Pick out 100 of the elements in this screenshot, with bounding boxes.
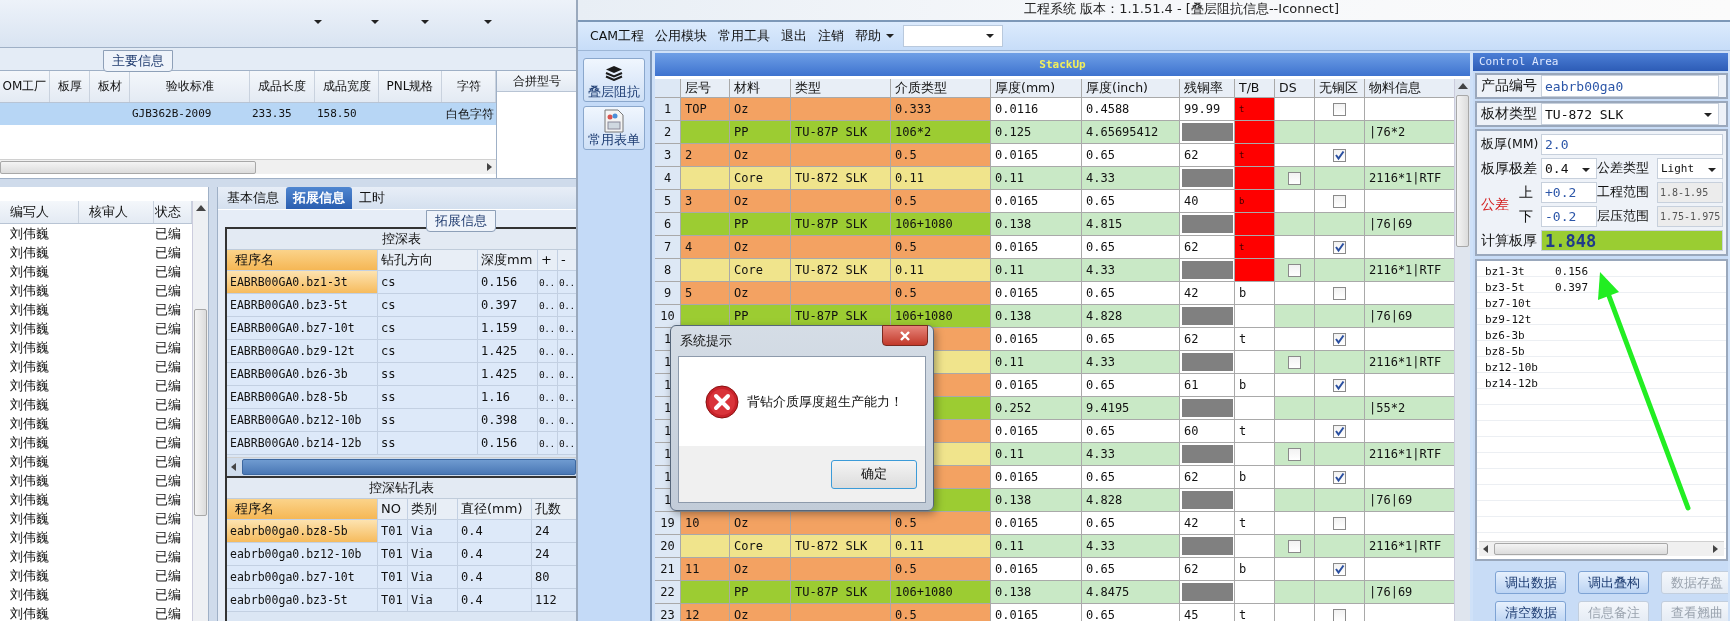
menu-item[interactable]: 公用模块 (655, 27, 708, 45)
table-cell: 62 (1180, 558, 1235, 581)
checkbox[interactable] (1333, 194, 1346, 208)
result-field[interactable]: 1.848 (1541, 230, 1723, 251)
checkbox[interactable] (1333, 470, 1346, 484)
checkbox[interactable] (1288, 355, 1301, 369)
table-cell (681, 581, 730, 604)
input-field[interactable]: 1.75-1.975 (1657, 206, 1723, 227)
column-header: 字符 (442, 71, 496, 102)
table-cell: |76|69 (1365, 581, 1454, 604)
table-cell: 0.5 (891, 604, 991, 621)
program-cell[interactable]: eabrb00ga0.bz12-10b (227, 543, 378, 565)
input-field[interactable]: +0.2 (1541, 182, 1597, 203)
program-cell[interactable]: eabrb00ga0.bz3-5t (227, 589, 378, 611)
table-cell-text: 刘伟巍 (9, 434, 50, 452)
program-cell[interactable]: eabrb00ga0.bz8-5b (227, 520, 378, 542)
program-cell[interactable]: EABRB00GA0.bz6-3b (227, 363, 378, 385)
column-header: 核审人 (79, 201, 154, 223)
program-cell[interactable]: EABRB00GA0.bz12-10b (227, 409, 378, 431)
caret-icon[interactable] (314, 20, 322, 24)
checkbox[interactable] (1288, 539, 1301, 553)
caret-icon[interactable] (1708, 168, 1716, 172)
menu-item[interactable]: 退出 (781, 27, 808, 45)
scrollbar[interactable] (1454, 79, 1470, 621)
table-cell: Oz (730, 282, 791, 305)
checkbox[interactable] (1333, 332, 1346, 346)
menu-item[interactable]: 注销 (818, 27, 845, 45)
dropdown-field[interactable] (903, 25, 1004, 47)
program-cell[interactable]: EABRB00GA0.bz14-12b (227, 432, 378, 454)
checkbox[interactable] (1333, 608, 1346, 621)
checkbox[interactable] (1333, 424, 1346, 438)
caret-icon[interactable] (886, 34, 895, 38)
table-cell: 0.5 (891, 282, 991, 305)
program-cell[interactable]: eabrb00ga0.bz7-10t (227, 566, 378, 588)
caret-icon[interactable] (1704, 113, 1712, 117)
table-cell (1180, 167, 1235, 190)
action-button[interactable]: 调出叠构 (1578, 571, 1649, 594)
program-cell[interactable]: EABRB00GA0.bz7-10t (227, 317, 378, 339)
checkbox[interactable] (1333, 240, 1346, 254)
tb-cell: t (1235, 144, 1275, 167)
table-cell: TU-87P SLK (791, 121, 891, 144)
checkbox[interactable] (1288, 447, 1301, 461)
action-button[interactable]: 调出数据 (1495, 571, 1566, 594)
program-cell[interactable]: EABRB00GA0.bz1-3t (227, 271, 378, 293)
input-field[interactable]: eabrb00ga0 (1541, 75, 1719, 97)
table-cell-text: 已编 (154, 586, 182, 604)
caret-icon[interactable] (1582, 168, 1590, 172)
tab[interactable]: 拓展信息 (286, 187, 352, 209)
menu-item[interactable]: 常用工具 (718, 27, 771, 45)
checkbox[interactable] (1333, 148, 1346, 162)
caret-icon[interactable] (484, 20, 492, 24)
dropdown-field[interactable]: TU-872 SLK (1541, 103, 1719, 125)
nav-label: 常用表单 (588, 132, 640, 149)
program-cell[interactable]: EABRB00GA0.bz8-5b (227, 386, 378, 408)
form-icon (603, 110, 625, 132)
scrollbar[interactable] (0, 159, 496, 174)
field-label: 计算板厚 (1481, 231, 1538, 250)
checkbox[interactable] (1333, 378, 1346, 392)
row-number: 10 (655, 305, 681, 328)
table-cell: 1.16 (478, 386, 538, 408)
input-field[interactable]: -0.2 (1541, 206, 1597, 227)
scrollbar[interactable] (227, 457, 576, 478)
ok-button[interactable]: 确定 (831, 459, 917, 489)
nav-button[interactable]: 叠层阻抗 (583, 58, 645, 102)
nav-button[interactable]: 常用表单 (583, 106, 645, 150)
caret-icon[interactable] (421, 20, 429, 24)
table-cell: Core (730, 259, 791, 282)
table-cell: 2116*1|RTF (1365, 259, 1454, 282)
table-cell: 1.425 (478, 363, 538, 385)
table-row[interactable]: GJB362B-2009 233.35 158.50 白色字符 (0, 103, 496, 125)
checkbox[interactable] (1288, 171, 1301, 185)
dropdown-field[interactable]: 0.4 (1541, 158, 1597, 179)
program-cell[interactable]: EABRB00GA0.bz3-5t (227, 294, 378, 316)
menu-item[interactable]: CAM工程 (590, 27, 645, 45)
input-field[interactable]: 2.0 (1541, 134, 1723, 155)
tab[interactable]: 工时 (352, 187, 392, 209)
dropdown-field[interactable]: Light (1657, 158, 1723, 179)
table-cell-text: 已编 (154, 339, 182, 357)
checkbox[interactable] (1333, 562, 1346, 576)
table-cell: 106*2 (891, 121, 991, 144)
menu-item[interactable]: 帮助 (855, 27, 882, 45)
checkbox[interactable] (1333, 102, 1346, 116)
scrollbar[interactable] (1479, 541, 1724, 556)
program-cell[interactable]: EABRB00GA0.bz9-12t (227, 340, 378, 362)
table-cell: 106+1080 (891, 581, 991, 604)
checkbox[interactable] (1288, 263, 1301, 277)
caret-icon[interactable] (371, 20, 379, 24)
table-cell: 4.33 (1082, 167, 1180, 190)
table-cell-text: 已编 (154, 453, 182, 471)
tab[interactable]: 基本信息 (220, 187, 286, 209)
scrollbar[interactable] (192, 201, 208, 621)
field-label: 板厚极差 (1481, 159, 1538, 178)
close-button[interactable] (882, 325, 928, 346)
checkbox[interactable] (1333, 516, 1346, 530)
table-cell-text: 已编 (154, 491, 182, 509)
input-field[interactable]: 1.8-1.95 (1657, 182, 1723, 203)
action-button[interactable]: 清空数据 (1495, 601, 1566, 621)
table-cell: T01 (378, 520, 408, 542)
table-cell: 0.. (538, 432, 558, 454)
checkbox[interactable] (1333, 286, 1346, 300)
